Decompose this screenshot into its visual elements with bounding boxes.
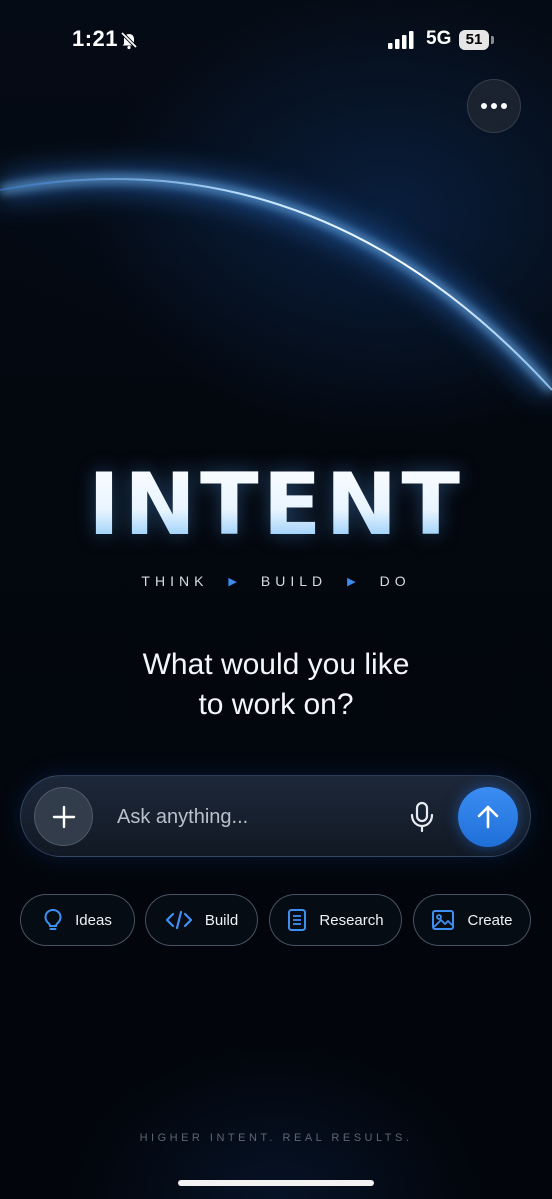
chip-ideas[interactable]: Ideas [20, 894, 135, 946]
play-arrow-icon: ▶ [228, 575, 237, 588]
footer-tagline: HIGHER INTENT. REAL RESULTS. [139, 1132, 413, 1144]
plus-icon [52, 805, 75, 828]
lightbulb-icon [44, 908, 62, 930]
arrow-up-icon [477, 805, 499, 829]
bell-slash-icon [120, 31, 138, 50]
planet-glow-arc [0, 167, 552, 480]
chip-create-label: Create [467, 911, 513, 929]
chip-research-label: Research [319, 911, 384, 929]
ask-input[interactable] [115, 798, 399, 836]
play-arrow-icon: ▶ [347, 575, 356, 588]
chip-ideas-label: Ideas [75, 911, 112, 929]
image-icon [432, 910, 455, 930]
status-bar: 1:21 5G 51 [0, 26, 552, 56]
ellipsis-icon-dot [491, 103, 497, 109]
battery-icon: 51 [459, 30, 489, 50]
microphone-icon[interactable] [407, 801, 437, 833]
battery-tip [491, 36, 494, 44]
tagline-word-do: DO [379, 573, 411, 589]
chat-input-bar [20, 775, 531, 857]
prompt-line-2: to work on? [198, 688, 354, 721]
add-attachment-button[interactable] [34, 787, 93, 846]
more-options-button[interactable] [467, 79, 521, 133]
document-icon [288, 909, 307, 931]
ellipsis-icon [481, 103, 487, 109]
tagline-word-think: THINK [141, 573, 209, 589]
home-indicator[interactable] [178, 1180, 374, 1186]
brand-logo-title: INTENT [0, 455, 552, 555]
send-button[interactable] [458, 787, 518, 847]
prompt-line-1: What would you like [142, 648, 410, 681]
brand-tagline: THINK ▶ BUILD ▶ DO [0, 573, 552, 589]
status-time: 1:21 [72, 26, 119, 51]
network-type: 5G [426, 28, 452, 49]
battery-level: 51 [465, 31, 483, 48]
prompt-heading: What would you like to work on? [0, 645, 552, 725]
signal-icon [388, 31, 414, 49]
ellipsis-icon-dot [501, 103, 507, 109]
chip-create[interactable]: Create [413, 894, 531, 946]
code-icon [165, 910, 192, 930]
chip-research[interactable]: Research [269, 894, 402, 946]
chip-build[interactable]: Build [145, 894, 258, 946]
tagline-word-build: BUILD [260, 573, 328, 589]
chip-build-label: Build [204, 911, 239, 929]
